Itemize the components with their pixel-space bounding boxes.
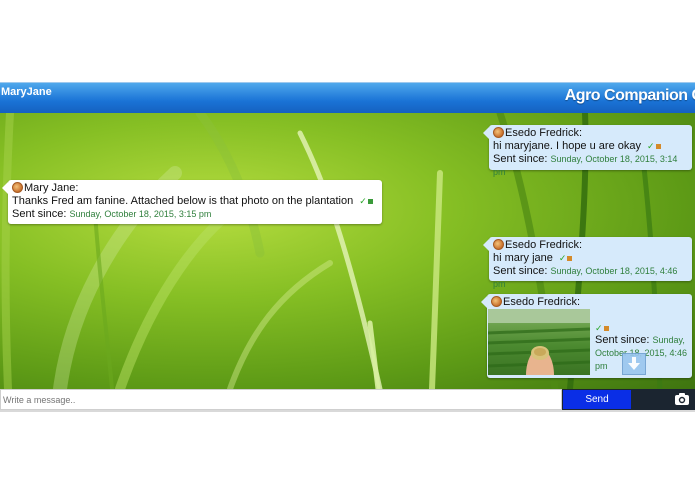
sent-since-label: Sent since: [12,208,67,220]
chat-window: MaryJane Agro Companion Chat Esedo Fre [0,82,695,412]
check-icon: ✓ [647,141,661,151]
scroll-down-button[interactable] [622,353,646,375]
sent-since-label: Sent since: [595,334,650,346]
arrow-down-icon [628,357,640,370]
app-title: Agro Companion Chat [564,87,695,104]
avatar [12,182,23,193]
avatar [493,127,504,138]
avatar [491,296,502,307]
message-bubble[interactable]: Esedo Fredrick: hi maryjane. I hope u ar… [483,125,692,177]
message-bubble[interactable]: Esedo Fredrick: hi mary jane ✓ Sent since… [483,237,692,289]
sent-since-label: Sent since: [493,153,548,165]
message-sender: Esedo Fredrick: [505,127,583,139]
message-text: hi mary jane [493,252,553,264]
message-list[interactable]: Esedo Fredrick: hi maryjane. I hope u ar… [0,113,695,389]
camera-icon[interactable] [674,392,690,406]
message-timestamp: Sunday, October 18, 2015, 3:15 pm [69,209,212,219]
message-text: hi maryjane. I hope u are okay [493,140,641,152]
message-input[interactable] [0,389,562,410]
message-bubble[interactable]: Esedo Fredrick: ✓ Sent since: Sunday, Oc… [481,294,692,378]
message-sender: Esedo Fredrick: [505,239,583,251]
avatar [493,239,504,250]
message-bubble[interactable]: Mary Jane: Thanks Fred am fanine. Attach… [2,180,382,224]
chat-header: MaryJane Agro Companion Chat [0,82,695,113]
message-sender: Mary Jane: [24,182,79,194]
composer-bar: Send [0,389,695,410]
plantation-photo[interactable] [488,309,590,375]
message-sender: Esedo Fredrick: [503,296,581,308]
hands-holding-seeds-image [488,309,590,375]
check-icon: ✓ [359,196,373,206]
message-text: Thanks Fred am fanine. Attached below is… [12,195,354,207]
send-button[interactable]: Send [563,390,631,409]
current-user-name: MaryJane [1,86,52,98]
sent-since-label: Sent since: [493,265,548,277]
check-icon: ✓ [559,253,573,263]
bottom-toolbar-strip [0,410,695,412]
check-icon: ✓ [595,323,609,333]
